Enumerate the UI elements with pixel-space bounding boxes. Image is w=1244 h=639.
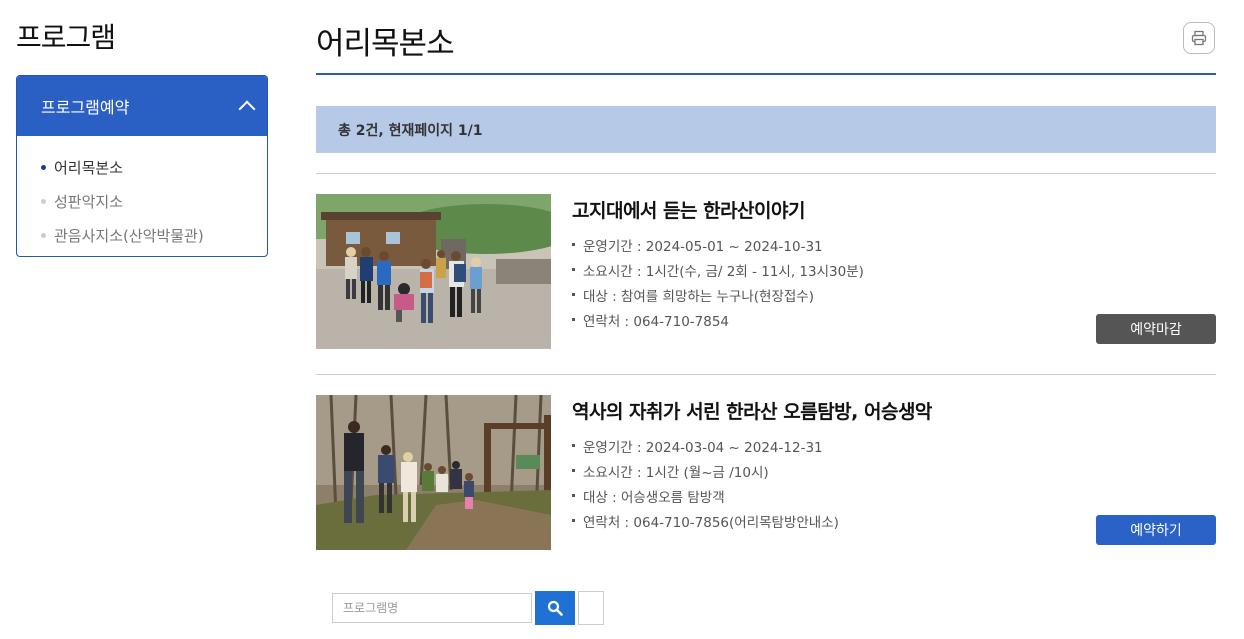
program-title[interactable]: 고지대에서 듣는 한라산이야기 [572, 196, 805, 223]
sidebar-item-label: 관음사지소(산악박물관) [54, 226, 204, 245]
program-period: 운영기간 : 2024-03-04 ~ 2024-12-31 [572, 433, 839, 458]
program-card: 역사의 자취가 서린 한라산 오름탐방, 어승생악 운영기간 : 2024-03… [316, 395, 1216, 551]
program-contact: 연락처 : 064-710-7854 [572, 307, 864, 332]
sidebar-title: 프로그램 [16, 21, 116, 54]
search-button[interactable] [535, 591, 575, 625]
reserve-button[interactable]: 예약하기 [1096, 515, 1216, 545]
program-info: 운영기간 : 2024-05-01 ~ 2024-10-31 소요시간 : 1시… [572, 232, 864, 332]
reset-button[interactable] [578, 591, 604, 625]
program-info: 운영기간 : 2024-03-04 ~ 2024-12-31 소요시간 : 1시… [572, 433, 839, 533]
program-card: 고지대에서 듣는 한라산이야기 운영기간 : 2024-05-01 ~ 2024… [316, 194, 1216, 350]
program-image-forest-trail[interactable] [316, 395, 551, 550]
divider [316, 173, 1216, 174]
program-period: 운영기간 : 2024-05-01 ~ 2024-10-31 [572, 232, 864, 257]
chevron-up-icon [238, 100, 256, 118]
bullet-icon [41, 164, 46, 170]
program-image-hiking-group[interactable] [316, 194, 551, 349]
printer-icon [1191, 30, 1207, 46]
search-icon [547, 600, 563, 616]
program-target: 대상 : 어승생오름 탐방객 [572, 483, 839, 508]
result-summary-text: 총 2건, 현재페이지 1/1 [338, 122, 483, 139]
sidebar-section-program-reservation[interactable]: 프로그램예약 [17, 76, 267, 136]
sidebar-item-label: 어리목본소 [54, 158, 124, 177]
divider [316, 374, 1216, 375]
program-duration: 소요시간 : 1시간(수, 금/ 2회 - 11시, 13시30분) [572, 257, 864, 282]
search-input[interactable] [332, 593, 532, 623]
sidebar-item-label: 성판악지소 [54, 192, 124, 211]
sidebar-section-label: 프로그램예약 [41, 98, 130, 117]
result-summary: 총 2건, 현재페이지 1/1 [316, 106, 1216, 153]
program-title[interactable]: 역사의 자취가 서린 한라산 오름탐방, 어승생악 [572, 397, 932, 424]
title-divider [316, 73, 1216, 75]
print-button[interactable] [1183, 22, 1215, 54]
bullet-icon [41, 232, 46, 238]
bullet-icon [41, 198, 46, 204]
sidebar-item-gwaneumsa[interactable]: 관음사지소(산악박물관) [41, 218, 267, 252]
program-target: 대상 : 참여를 희망하는 누구나(현장접수) [572, 282, 864, 307]
reservation-closed-button[interactable]: 예약마감 [1096, 314, 1216, 344]
sidebar-list: 어리목본소 성판악지소 관음사지소(산악박물관) [17, 136, 267, 252]
program-contact: 연락처 : 064-710-7856(어리목탐방안내소) [572, 508, 839, 533]
sidebar-item-eorimok[interactable]: 어리목본소 [41, 150, 267, 184]
page-title: 어리목본소 [316, 26, 455, 62]
sidebar-menu: 프로그램예약 어리목본소 성판악지소 관음사지소(산악박물관) [16, 75, 268, 257]
sidebar-item-seongpanak[interactable]: 성판악지소 [41, 184, 267, 218]
program-duration: 소요시간 : 1시간 (월~금 /10시) [572, 458, 839, 483]
